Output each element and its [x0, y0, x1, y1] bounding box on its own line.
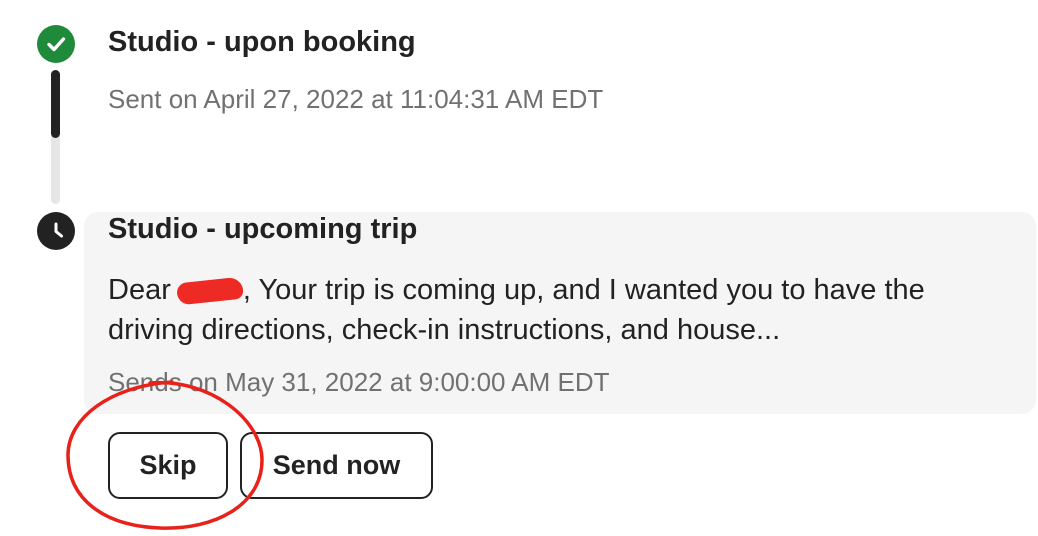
upcoming-message-preview: Dear, Your trip is coming up, and I want… — [108, 270, 1008, 350]
check-icon — [37, 25, 75, 63]
timeline-progress — [51, 70, 60, 138]
sent-message-title: Studio - upon booking — [108, 26, 416, 58]
skip-button[interactable]: Skip — [108, 432, 228, 499]
send-now-button[interactable]: Send now — [240, 432, 433, 499]
clock-icon — [37, 212, 75, 250]
upcoming-message-title: Studio - upcoming trip — [108, 213, 418, 245]
preview-greeting: Dear — [108, 274, 171, 306]
redacted-guest-name — [175, 276, 244, 306]
sent-message-timestamp: Sent on April 27, 2022 at 11:04:31 AM ED… — [108, 84, 604, 114]
upcoming-message-schedule: Sends on May 31, 2022 at 9:00:00 AM EDT — [108, 367, 610, 397]
